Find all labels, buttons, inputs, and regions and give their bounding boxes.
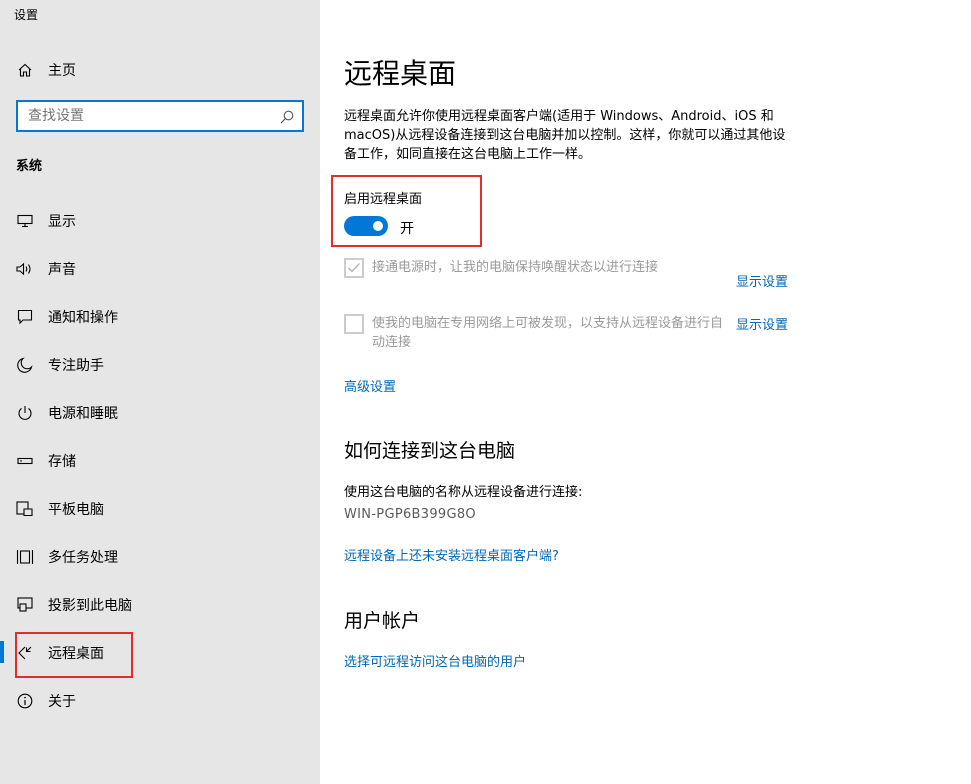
speaker-icon [16, 260, 34, 278]
project-icon [16, 596, 34, 614]
main-content: 远程桌面 远程桌面允许你使用远程桌面客户端(适用于 Windows、Androi… [344, 0, 944, 784]
active-indicator [0, 641, 4, 663]
show-settings-link-1[interactable]: 显示设置 [736, 271, 788, 290]
app-title: 设置 [14, 8, 39, 22]
option-discoverable: 使我的电脑在专用网络上可被发现，以支持从远程设备进行自动连接 [344, 314, 723, 350]
remote-desktop-toggle[interactable] [344, 216, 388, 236]
search-box[interactable] [16, 100, 304, 132]
advanced-settings-link[interactable]: 高级设置 [344, 376, 396, 395]
sidebar-item-label: 专注助手 [48, 358, 104, 374]
sidebar-item-label: 平板电脑 [48, 502, 104, 518]
option-keep-awake: 接通电源时，让我的电脑保持唤醒状态以进行连接 [344, 258, 658, 278]
connect-heading: 如何连接到这台电脑 [344, 440, 516, 462]
discoverable-text: 使我的电脑在专用网络上可被发现，以支持从远程设备进行自动连接 [372, 316, 724, 350]
search-input[interactable] [18, 102, 302, 130]
message-icon [16, 308, 34, 326]
connect-description: 使用这台电脑的名称从远程设备进行连接: [344, 485, 583, 500]
section-label: 系统 [16, 159, 43, 174]
sidebar-item-project[interactable]: 投影到此电脑 [0, 583, 320, 627]
remote-desktop-icon [16, 644, 34, 662]
select-users-link[interactable]: 选择可远程访问这台电脑的用户 [344, 651, 526, 670]
sidebar-item-label: 多任务处理 [48, 550, 118, 566]
toggle-label: 启用远程桌面 [344, 192, 423, 207]
search-icon[interactable] [280, 109, 294, 124]
sidebar-item-label: 存储 [48, 454, 76, 470]
discoverable-checkbox[interactable] [344, 314, 364, 334]
sidebar-item-label: 声音 [48, 262, 76, 278]
sidebar-item-label: 电源和睡眠 [48, 406, 118, 422]
sidebar-item-remote-desktop[interactable]: 远程桌面 [0, 631, 320, 675]
pc-name: WIN-PGP6B399G8O [344, 507, 476, 522]
sidebar: 设置 主页 系统 显示 声音 通知和操作 专注助手 [0, 0, 320, 784]
sidebar-item-storage[interactable]: 存储 [0, 439, 320, 483]
toggle-state: 开 [400, 221, 414, 237]
power-icon [16, 404, 34, 422]
sidebar-item-tablet[interactable]: 平板电脑 [0, 487, 320, 531]
home-label: 主页 [48, 63, 76, 79]
sidebar-item-label: 通知和操作 [48, 310, 118, 326]
tablet-icon [16, 500, 34, 518]
sidebar-item-sound[interactable]: 声音 [0, 247, 320, 291]
moon-icon [16, 356, 34, 374]
keep-awake-checkbox[interactable] [344, 258, 364, 278]
sidebar-item-label: 投影到此电脑 [48, 598, 132, 614]
page-title: 远程桌面 [344, 57, 457, 90]
sidebar-item-focus-assist[interactable]: 专注助手 [0, 343, 320, 387]
info-icon [16, 692, 34, 710]
sidebar-item-label: 远程桌面 [48, 646, 104, 662]
storage-icon [16, 452, 34, 470]
sidebar-item-multitasking[interactable]: 多任务处理 [0, 535, 320, 579]
keep-awake-text: 接通电源时，让我的电脑保持唤醒状态以进行连接 [372, 260, 659, 275]
sidebar-item-about[interactable]: 关于 [0, 679, 320, 723]
multitask-icon [16, 548, 34, 566]
sidebar-item-power[interactable]: 电源和睡眠 [0, 391, 320, 435]
home-icon [16, 61, 34, 79]
toggle-knob [373, 221, 383, 231]
show-settings-link-2[interactable]: 显示设置 [736, 314, 788, 333]
home-link[interactable]: 主页 [16, 60, 76, 80]
sidebar-item-display[interactable]: 显示 [0, 199, 320, 243]
sidebar-item-notifications[interactable]: 通知和操作 [0, 295, 320, 339]
accounts-heading: 用户帐户 [344, 610, 421, 632]
page-description: 远程桌面允许你使用远程桌面客户端(适用于 Windows、Android、iOS… [344, 109, 786, 162]
checkmark-icon [348, 263, 360, 273]
sidebar-item-label: 关于 [48, 694, 76, 710]
sidebar-item-label: 显示 [48, 214, 76, 230]
monitor-icon [16, 212, 34, 230]
client-install-link[interactable]: 远程设备上还未安装远程桌面客户端? [344, 545, 559, 564]
